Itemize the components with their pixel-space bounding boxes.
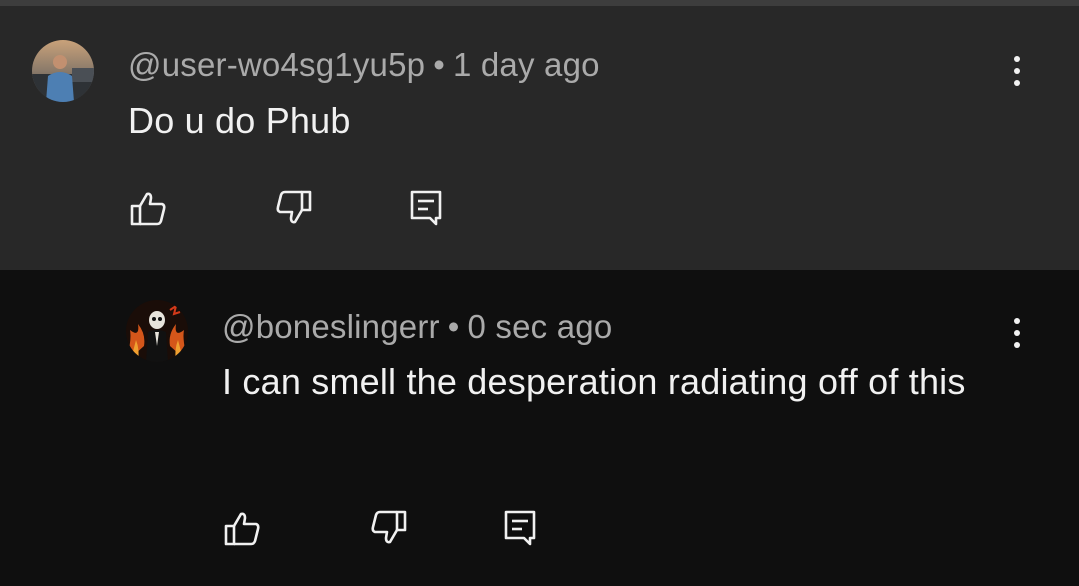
reply-icon[interactable] [500, 508, 540, 548]
like-icon[interactable] [128, 188, 168, 228]
timestamp[interactable]: 0 sec ago [467, 308, 612, 345]
more-vertical-icon[interactable] [1002, 308, 1032, 358]
comment-parent: @user-wo4sg1yu5p • 1 day ago Do u do Phub [0, 6, 1079, 270]
author-name[interactable]: @boneslingerr [222, 308, 440, 345]
like-icon[interactable] [222, 508, 262, 548]
meta-separator: • [447, 308, 460, 345]
comment-meta: @boneslingerr • 0 sec ago [222, 308, 612, 346]
comment-text: I can smell the desperation radiating of… [222, 361, 966, 402]
comment-meta: @user-wo4sg1yu5p • 1 day ago [128, 46, 600, 84]
user-avatar[interactable] [126, 300, 188, 362]
reply-icon[interactable] [406, 188, 446, 228]
author-name[interactable]: @user-wo4sg1yu5p [128, 46, 425, 83]
user-avatar[interactable] [32, 40, 94, 102]
comment-text: Do u do Phub [128, 100, 351, 141]
meta-separator: • [433, 46, 445, 83]
dislike-icon[interactable] [369, 508, 409, 548]
dislike-icon[interactable] [274, 188, 314, 228]
timestamp[interactable]: 1 day ago [453, 46, 600, 83]
more-vertical-icon[interactable] [1002, 46, 1032, 96]
comment-reply: @boneslingerr • 0 sec ago I can smell the … [0, 270, 1079, 586]
